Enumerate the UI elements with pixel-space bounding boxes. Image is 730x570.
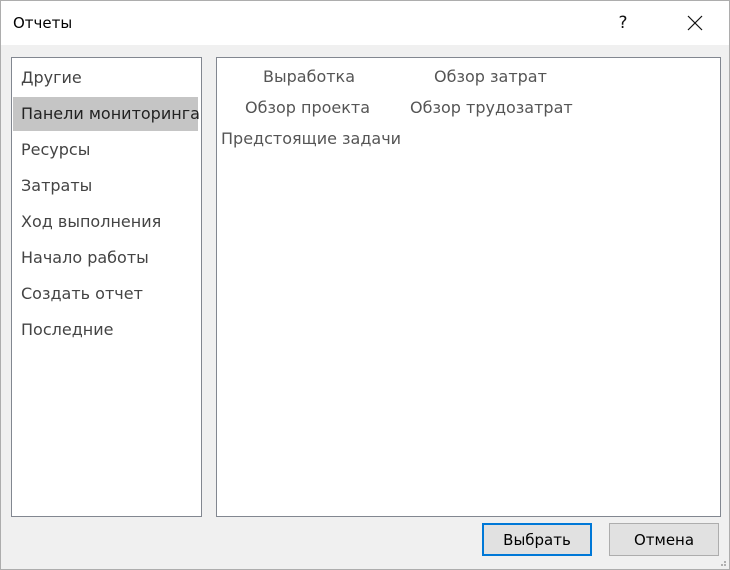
category-item-progress[interactable]: Ход выполнения <box>13 205 198 239</box>
category-item-other[interactable]: Другие <box>13 61 198 95</box>
report-item-upcoming-tasks[interactable]: Предстоящие задачи <box>221 129 401 149</box>
category-item-create-report[interactable]: Создать отчет <box>13 277 198 311</box>
report-list[interactable]: Выработка Обзор затрат Обзор проекта Обз… <box>216 57 721 517</box>
close-icon <box>687 15 703 31</box>
category-item-recent[interactable]: Последние <box>13 313 198 347</box>
category-list[interactable]: Другие Панели мониторинга Ресурсы Затрат… <box>11 57 202 517</box>
close-button[interactable] <box>673 7 717 39</box>
title-bar: Отчеты ? <box>1 1 729 45</box>
reports-dialog: Отчеты ? Другие Панели мониторинга Ресур… <box>0 0 730 570</box>
report-item-work-overview[interactable]: Обзор трудозатрат <box>410 98 573 118</box>
category-item-dashboards[interactable]: Панели мониторинга <box>13 97 200 131</box>
category-item-resources[interactable]: Ресурсы <box>13 133 198 167</box>
category-item-getting-started[interactable]: Начало работы <box>13 241 198 275</box>
category-item-costs[interactable]: Затраты <box>13 169 198 203</box>
cancel-button[interactable]: Отмена <box>609 523 719 556</box>
report-item-project-overview[interactable]: Обзор проекта <box>245 98 370 118</box>
report-item-burndown[interactable]: Выработка <box>263 67 355 87</box>
dialog-title: Отчеты <box>13 14 73 32</box>
resize-grip-icon[interactable] <box>717 557 727 567</box>
select-button[interactable]: Выбрать <box>482 523 592 556</box>
help-button[interactable]: ? <box>605 7 641 39</box>
report-item-cost-overview[interactable]: Обзор затрат <box>434 67 547 87</box>
